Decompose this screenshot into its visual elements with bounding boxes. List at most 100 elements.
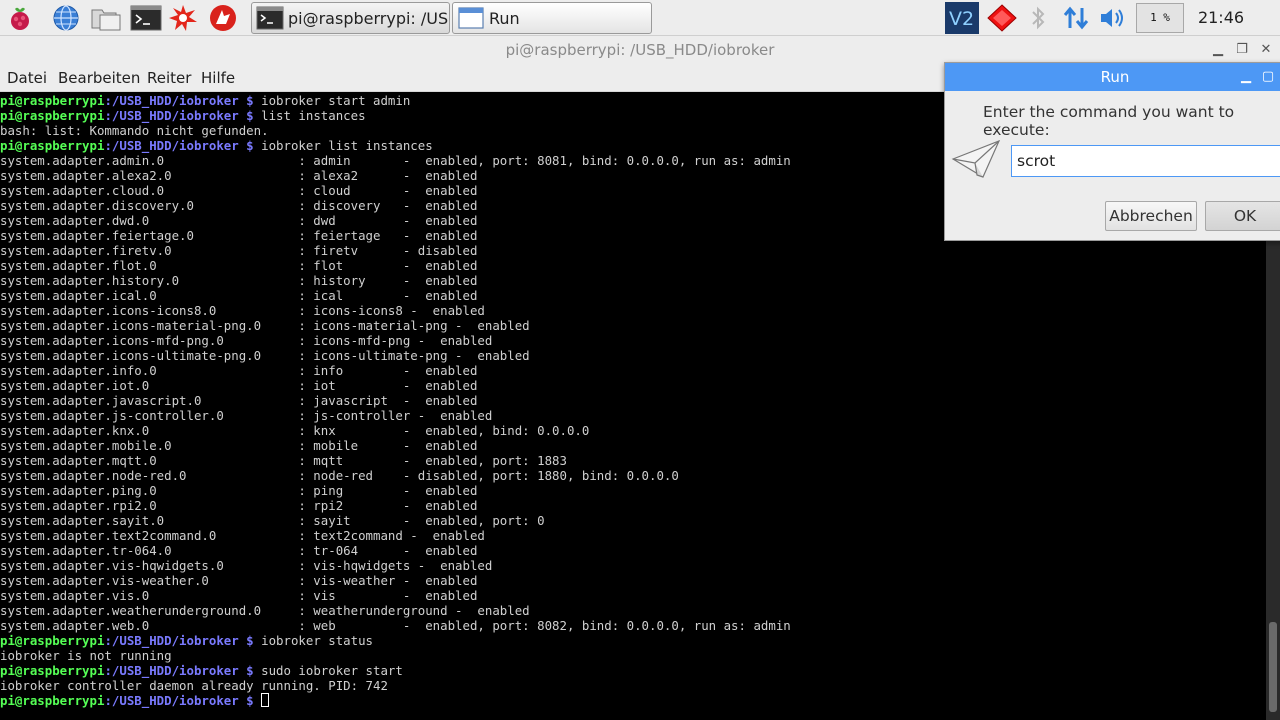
svg-text:V2: V2	[949, 8, 974, 30]
terminal-output-line: system.adapter.icons-material-png.0 : ic…	[0, 318, 1266, 333]
run-dialog-prompt: Enter the command you want to execute:	[983, 103, 1235, 139]
terminal-line-text: system.adapter.feiertage.0 : feiertage -…	[0, 228, 478, 243]
terminal-line-text: system.adapter.web.0 : web - enabled, po…	[0, 618, 791, 633]
terminal-line-text: system.adapter.weatherunderground.0 : we…	[0, 603, 530, 618]
terminal-line-text: system.adapter.vis-weather.0 : vis-weath…	[0, 573, 478, 588]
window-icon	[458, 7, 484, 29]
run-dialog-title: Run	[1100, 68, 1130, 86]
menu-reiter[interactable]: Reiter	[147, 69, 191, 87]
menu-datei[interactable]: Datei	[7, 69, 47, 87]
terminal-line-text: list instances	[261, 108, 366, 123]
run-command-input[interactable]	[1011, 145, 1280, 177]
terminal-line-text: system.adapter.node-red.0 : node-red - d…	[0, 468, 679, 483]
prompt-path: :/USB_HDD/iobroker	[104, 693, 239, 708]
terminal-output-line: system.adapter.icons-icons8.0 : icons-ic…	[0, 303, 1266, 318]
terminal-line-text: system.adapter.flot.0 : flot - enabled	[0, 258, 478, 273]
prompt-path: :/USB_HDD/iobroker	[104, 663, 239, 678]
prompt-user: pi@raspberrypi	[0, 663, 105, 678]
terminal-titlebar[interactable]: pi@raspberrypi: /USB_HDD/iobroker ▁ ❐ ✕	[0, 36, 1280, 64]
clock[interactable]: 21:46	[1192, 0, 1250, 36]
file-manager-icon[interactable]	[90, 4, 122, 32]
prompt-user: pi@raspberrypi	[0, 93, 105, 108]
realvnc-icon[interactable]	[984, 4, 1020, 32]
close-icon[interactable]: ✕	[1256, 36, 1276, 64]
terminal-line-text: system.adapter.sayit.0 : sayit - enabled…	[0, 513, 545, 528]
terminal-line-text: system.adapter.info.0 : info - enabled	[0, 363, 478, 378]
minimize-icon[interactable]: ▁	[1208, 36, 1228, 64]
menu-bearbeiten[interactable]: Bearbeiten	[58, 69, 140, 87]
terminal-line-text: sudo iobroker start	[261, 663, 403, 678]
terminal-output-line: system.adapter.vis-hqwidgets.0 : vis-hqw…	[0, 558, 1266, 573]
terminal-output-line: system.adapter.rpi2.0 : rpi2 - enabled	[0, 498, 1266, 513]
terminal-output-line: iobroker is not running	[0, 648, 1266, 663]
terminal-line-text: iobroker list instances	[261, 138, 433, 153]
ok-button[interactable]: OK	[1205, 201, 1280, 231]
vnc-server-icon[interactable]: V2	[945, 2, 979, 34]
terminal-command-line: pi@raspberrypi:/USB_HDD/iobroker $ iobro…	[0, 633, 1266, 648]
terminal-line-text: system.adapter.icons-material-png.0 : ic…	[0, 318, 530, 333]
terminal-output-line: system.adapter.vis.0 : vis - enabled	[0, 588, 1266, 603]
cpu-monitor[interactable]: 1 %	[1136, 3, 1184, 33]
terminal-line-text: system.adapter.admin.0 : admin - enabled…	[0, 153, 791, 168]
taskbar: pi@raspberrypi: /USB_HDD/iobroker Run V2…	[0, 0, 1280, 36]
bluetooth-icon[interactable]	[1026, 4, 1050, 32]
terminal-line-text: system.adapter.iot.0 : iot - enabled	[0, 378, 478, 393]
run-maximize-icon[interactable]: ▢	[1259, 63, 1277, 91]
terminal-line-text: iobroker status	[261, 633, 374, 648]
terminal-line-text: system.adapter.alexa2.0 : alexa2 - enabl…	[0, 168, 478, 183]
terminal-output-line: system.adapter.sayit.0 : sayit - enabled…	[0, 513, 1266, 528]
run-minimize-icon[interactable]: ▁	[1237, 63, 1255, 91]
terminal-line-text: system.adapter.knx.0 : knx - enabled, bi…	[0, 423, 590, 438]
prompt-path: :/USB_HDD/iobroker	[104, 93, 239, 108]
terminal-output-line: system.adapter.web.0 : web - enabled, po…	[0, 618, 1266, 633]
terminal-output-line: system.adapter.javascript.0 : javascript…	[0, 393, 1266, 408]
prompt-user: pi@raspberrypi	[0, 633, 105, 648]
prompt-symbol: $	[238, 108, 262, 123]
terminal-output-line: system.adapter.ical.0 : ical - enabled	[0, 288, 1266, 303]
cancel-button[interactable]: Abbrechen	[1105, 201, 1197, 231]
paper-plane-icon	[951, 139, 1001, 178]
terminal-output-line: system.adapter.weatherunderground.0 : we…	[0, 603, 1266, 618]
terminal-line-text: iobroker start admin	[261, 93, 411, 108]
run-dialog-titlebar[interactable]: Run ▁ ▢	[945, 63, 1280, 91]
terminal-line-text: system.adapter.tr-064.0 : tr-064 - enabl…	[0, 543, 478, 558]
terminal-output-line: system.adapter.icons-ultimate-png.0 : ic…	[0, 348, 1266, 363]
terminal-output-line: system.adapter.info.0 : info - enabled	[0, 363, 1266, 378]
task-terminal-label: pi@raspberrypi: /USB_HDD/iobroker	[288, 8, 449, 28]
terminal-launcher-icon[interactable]	[130, 4, 162, 32]
prompt-symbol: $	[238, 693, 262, 708]
menu-hilfe[interactable]: Hilfe	[201, 69, 235, 87]
terminal-output-line: system.adapter.knx.0 : knx - enabled, bi…	[0, 423, 1266, 438]
terminal-command-line: pi@raspberrypi:/USB_HDD/iobroker $ sudo …	[0, 663, 1266, 678]
raspberry-menu-icon[interactable]	[6, 4, 34, 32]
terminal-line-text: system.adapter.discovery.0 : discovery -…	[0, 198, 478, 213]
terminal-output-line: system.adapter.node-red.0 : node-red - d…	[0, 468, 1266, 483]
task-terminal-button[interactable]: pi@raspberrypi: /USB_HDD/iobroker	[251, 2, 450, 34]
terminal-line-text: system.adapter.firetv.0 : firetv - disab…	[0, 243, 478, 258]
terminal-line-text: system.adapter.vis.0 : vis - enabled	[0, 588, 478, 603]
terminal-line-text: system.adapter.history.0 : history - ena…	[0, 273, 478, 288]
prompt-user: pi@raspberrypi	[0, 693, 105, 708]
web-browser-icon[interactable]	[52, 4, 80, 32]
terminal-line-text: system.adapter.javascript.0 : javascript…	[0, 393, 478, 408]
run-dialog: Run ▁ ▢ Enter the command you want to ex…	[944, 62, 1280, 241]
terminal-line-text: system.adapter.icons-mfd-png.0 : icons-m…	[0, 333, 493, 348]
terminal-line-text: system.adapter.mobile.0 : mobile - enabl…	[0, 438, 478, 453]
terminal-scrollbar-thumb[interactable]	[1269, 622, 1277, 712]
prompt-symbol: $	[238, 663, 262, 678]
volume-icon[interactable]	[1098, 4, 1128, 32]
terminal-line-text: system.adapter.mqtt.0 : mqtt - enabled, …	[0, 453, 567, 468]
terminal-output-line: system.adapter.flot.0 : flot - enabled	[0, 258, 1266, 273]
mathematica-icon[interactable]	[208, 4, 238, 32]
wolfram-icon[interactable]	[168, 4, 198, 32]
task-run-button[interactable]: Run	[452, 2, 652, 34]
network-icon[interactable]	[1062, 4, 1090, 32]
terminal-output-line: system.adapter.icons-mfd-png.0 : icons-m…	[0, 333, 1266, 348]
task-run-label: Run	[489, 8, 520, 28]
terminal-line-text: system.adapter.rpi2.0 : rpi2 - enabled	[0, 498, 478, 513]
terminal-line-text: system.adapter.icons-ultimate-png.0 : ic…	[0, 348, 530, 363]
terminal-line-text: bash: list: Kommando nicht gefunden.	[0, 123, 269, 138]
terminal-line-text: system.adapter.icons-icons8.0 : icons-ic…	[0, 303, 485, 318]
terminal-output-line: system.adapter.text2command.0 : text2com…	[0, 528, 1266, 543]
maximize-icon[interactable]: ❐	[1232, 36, 1252, 64]
